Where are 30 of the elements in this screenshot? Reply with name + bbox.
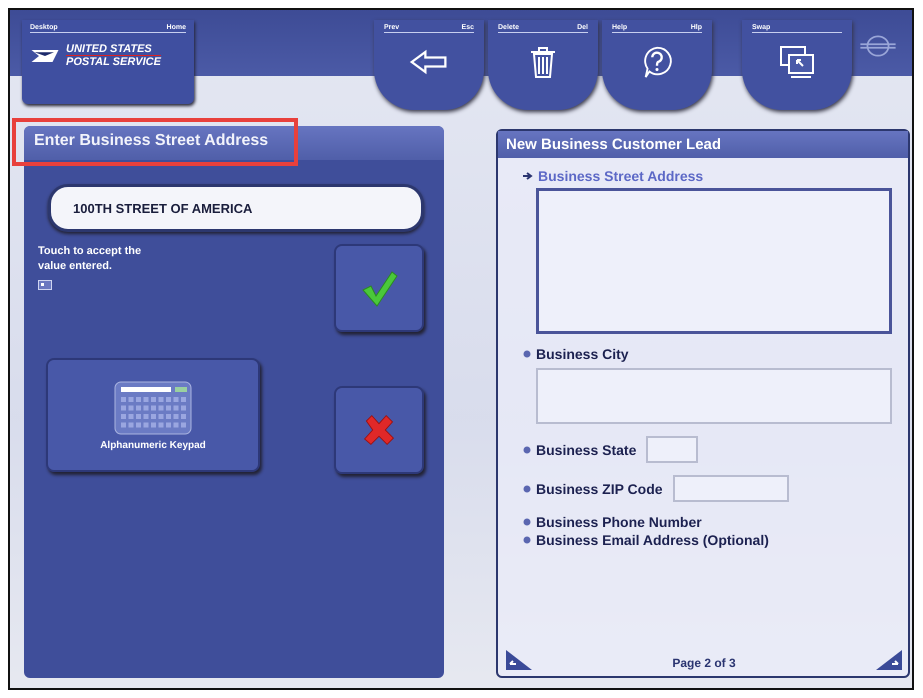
bullet-icon (522, 444, 532, 454)
previous-page-icon[interactable] (504, 648, 534, 672)
field-label[interactable]: Business State (536, 442, 636, 458)
input-field[interactable] (646, 436, 698, 463)
keyboard-icon (38, 280, 52, 290)
field-label[interactable]: Business Phone Number (536, 514, 702, 530)
logo-text: UNITED STATES (66, 43, 153, 55)
field-label[interactable]: Business Street Address (538, 168, 704, 184)
input-field[interactable]: 100TH STREET OF AMERICA (48, 184, 424, 232)
bullet-icon (522, 349, 532, 359)
bullet-icon (522, 535, 532, 545)
bullet-icon (522, 484, 532, 494)
accept-button[interactable] (334, 244, 424, 332)
arrow-icon (522, 171, 534, 181)
panel-title: Enter Business Street Address (12, 118, 298, 166)
panel-title: New Business Customer Lead (498, 131, 908, 158)
next-page-icon[interactable] (874, 648, 904, 672)
field-label[interactable]: Business Email Address (Optional) (536, 532, 769, 548)
logo-text: POSTAL SERVICE (66, 55, 161, 68)
hint-text: Touch to accept the value entered. (38, 244, 142, 274)
input-field[interactable] (536, 368, 892, 424)
keypad-button[interactable]: Alphanumeric Keypad (46, 358, 260, 472)
input-field[interactable] (536, 188, 892, 334)
field-label[interactable]: Business City (536, 346, 629, 362)
page-indicator: Page 2 of 3 (672, 656, 736, 670)
windows-icon (777, 45, 817, 79)
input-field[interactable] (672, 475, 789, 502)
field-label[interactable]: Business ZIP Code (536, 480, 663, 496)
bullet-icon (522, 517, 532, 527)
close-icon (361, 412, 397, 448)
